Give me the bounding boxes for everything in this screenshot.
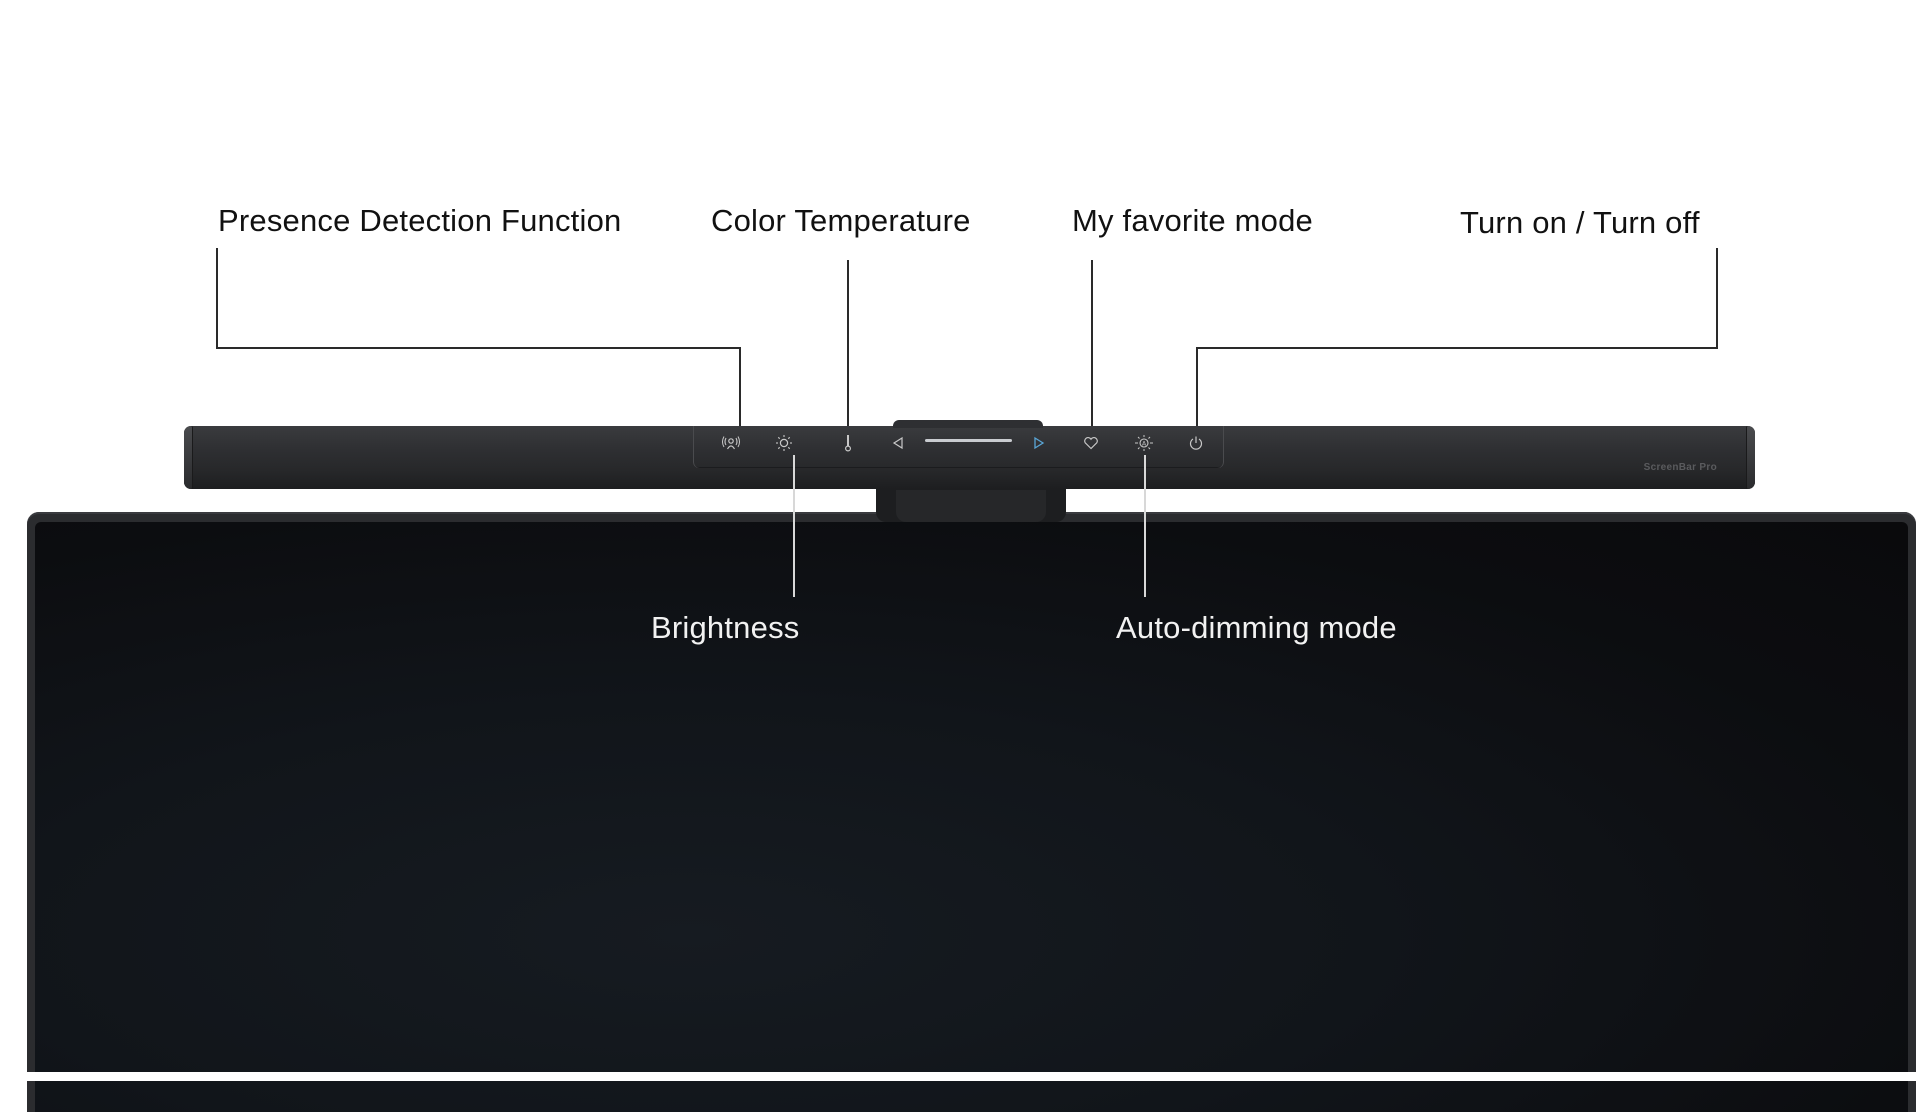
- label-auto-dimming: Auto-dimming mode: [1116, 610, 1397, 645]
- leader-line-power-horizontal: [1196, 347, 1718, 349]
- leader-line-brightness: [793, 455, 795, 597]
- leader-line-presence-vertical: [216, 248, 218, 348]
- favorite-mode-button[interactable]: [1079, 431, 1103, 455]
- leader-line-auto-dimming: [1144, 455, 1146, 597]
- auto-dim-icon: A: [1135, 435, 1153, 451]
- bar-end-cap-right: [1746, 426, 1755, 489]
- level-slider[interactable]: [925, 439, 1012, 442]
- label-favorite-mode: My favorite mode: [1072, 203, 1313, 238]
- increase-button[interactable]: [1027, 431, 1051, 455]
- brightness-button[interactable]: [772, 431, 796, 455]
- leader-line-power-drop: [1196, 347, 1198, 429]
- triangle-right-icon: [1034, 436, 1045, 450]
- brand-text: ScreenBar Pro: [1643, 462, 1717, 473]
- leader-line-presence-horizontal: [216, 347, 740, 349]
- presence-detection-icon: [722, 436, 740, 450]
- light-bar: A ScreenBar Pro: [184, 420, 1755, 489]
- thermometer-icon: [844, 435, 852, 452]
- label-turn-on-off: Turn on / Turn off: [1460, 205, 1700, 240]
- leader-line-power-vertical: [1716, 248, 1718, 348]
- monitor: [27, 512, 1916, 1112]
- presence-detection-button[interactable]: [719, 431, 743, 455]
- heart-icon: [1084, 437, 1098, 450]
- power-button[interactable]: [1184, 431, 1208, 455]
- auto-dimming-button[interactable]: A: [1132, 431, 1156, 455]
- power-icon: [1189, 436, 1203, 450]
- bar-end-cap-left: [184, 426, 193, 489]
- leader-line-presence-drop: [739, 347, 741, 429]
- triangle-left-icon: [892, 436, 903, 450]
- leader-line-color-temperature: [847, 260, 849, 428]
- leader-line-favorite-mode: [1091, 260, 1093, 428]
- monitor-screen: [35, 522, 1908, 1112]
- color-temperature-button[interactable]: [836, 431, 860, 455]
- label-brightness: Brightness: [651, 610, 800, 645]
- label-color-temperature: Color Temperature: [711, 203, 971, 238]
- decrease-button[interactable]: [886, 431, 910, 455]
- sun-icon: [776, 435, 792, 451]
- label-presence-detection: Presence Detection Function: [218, 203, 622, 238]
